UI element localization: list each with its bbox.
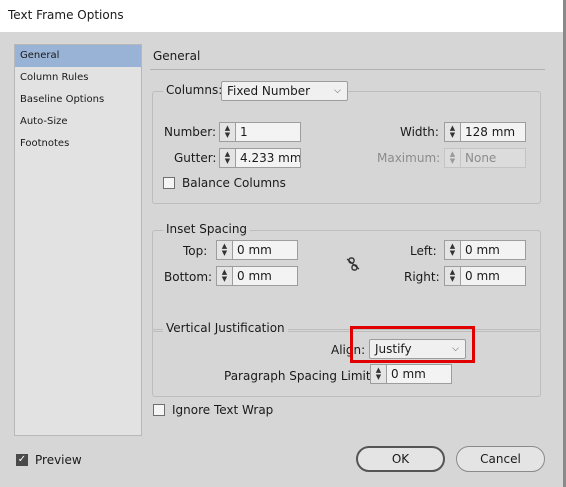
section-divider: [150, 69, 545, 70]
sidebar-item-general[interactable]: General: [15, 45, 141, 67]
top-label: Top:: [183, 244, 208, 258]
right-stepper[interactable]: ▲ ▼ 0 mm: [444, 266, 526, 286]
right-field[interactable]: 0 mm: [460, 266, 526, 286]
preview-checkbox[interactable]: ✓: [16, 454, 28, 466]
vertical-justification-legend: Vertical Justification: [163, 321, 288, 335]
stepper-arrows-icon: ▲ ▼: [444, 148, 460, 168]
ignore-text-wrap-checkbox[interactable]: [153, 404, 165, 416]
number-field[interactable]: 1: [235, 122, 301, 142]
stepper-arrows-icon[interactable]: ▲ ▼: [216, 240, 232, 260]
vertical-justification-group: [152, 329, 541, 397]
stepper-arrows-icon[interactable]: ▲ ▼: [444, 122, 460, 142]
width-label: Width:: [400, 125, 439, 139]
sidebar-item-auto-size[interactable]: Auto-Size: [15, 111, 141, 133]
stepper-arrows-icon[interactable]: ▲ ▼: [370, 364, 386, 384]
left-label: Left:: [410, 244, 437, 258]
stepper-arrows-icon[interactable]: ▲ ▼: [219, 122, 235, 142]
paragraph-spacing-limit-label: Paragraph Spacing Limit:: [224, 369, 375, 383]
preview-label[interactable]: Preview: [35, 453, 82, 467]
chevron-down-icon: ⌵: [334, 86, 341, 96]
maximum-label: Maximum:: [377, 151, 441, 165]
sidebar: General Column Rules Baseline Options Au…: [14, 44, 142, 436]
stepper-arrows-icon[interactable]: ▲ ▼: [444, 266, 460, 286]
top-stepper[interactable]: ▲ ▼ 0 mm: [216, 240, 298, 260]
balance-columns-label[interactable]: Balance Columns: [182, 176, 286, 190]
width-field[interactable]: 128 mm: [460, 122, 526, 142]
right-label: Right:: [404, 270, 440, 284]
balance-columns-checkbox[interactable]: [163, 177, 175, 189]
sidebar-item-column-rules[interactable]: Column Rules: [15, 67, 141, 89]
number-label: Number:: [164, 125, 217, 139]
columns-type-value: Fixed Number: [227, 84, 311, 98]
number-stepper[interactable]: ▲ ▼ 1: [219, 122, 301, 142]
paragraph-spacing-limit-stepper[interactable]: ▲ ▼ 0 mm: [370, 364, 452, 384]
columns-type-select[interactable]: Fixed Number ⌵: [221, 81, 348, 101]
title-bar: Text Frame Options: [0, 0, 566, 32]
gutter-stepper[interactable]: ▲ ▼ 4.233 mm: [219, 148, 301, 168]
stepper-arrows-icon[interactable]: ▲ ▼: [216, 266, 232, 286]
align-highlight-box: [350, 326, 475, 363]
sidebar-item-baseline-options[interactable]: Baseline Options: [15, 89, 141, 111]
columns-label: Columns:: [163, 83, 226, 97]
section-title: General: [153, 49, 201, 63]
gutter-field[interactable]: 4.233 mm: [235, 148, 301, 168]
bottom-stepper[interactable]: ▲ ▼ 0 mm: [216, 266, 298, 286]
ok-button[interactable]: OK: [356, 446, 445, 472]
maximum-stepper: ▲ ▼ None: [444, 148, 526, 168]
ignore-text-wrap-label[interactable]: Ignore Text Wrap: [172, 403, 273, 417]
sidebar-item-footnotes[interactable]: Footnotes: [15, 133, 141, 155]
inset-spacing-legend: Inset Spacing: [163, 222, 251, 236]
bottom-field[interactable]: 0 mm: [232, 266, 298, 286]
window-title: Text Frame Options: [8, 8, 124, 22]
maximum-field: None: [460, 148, 526, 168]
width-stepper[interactable]: ▲ ▼ 128 mm: [444, 122, 526, 142]
top-field[interactable]: 0 mm: [232, 240, 298, 260]
stepper-arrows-icon[interactable]: ▲ ▼: [444, 240, 460, 260]
left-field[interactable]: 0 mm: [460, 240, 526, 260]
paragraph-spacing-limit-field[interactable]: 0 mm: [386, 364, 452, 384]
left-stepper[interactable]: ▲ ▼ 0 mm: [444, 240, 526, 260]
stepper-arrows-icon[interactable]: ▲ ▼: [219, 148, 235, 168]
bottom-label: Bottom:: [164, 270, 213, 284]
link-broken-icon[interactable]: [345, 256, 361, 272]
gutter-label: Gutter:: [174, 151, 217, 165]
cancel-button[interactable]: Cancel: [456, 446, 545, 472]
dialog-body: General Column Rules Baseline Options Au…: [0, 32, 563, 487]
